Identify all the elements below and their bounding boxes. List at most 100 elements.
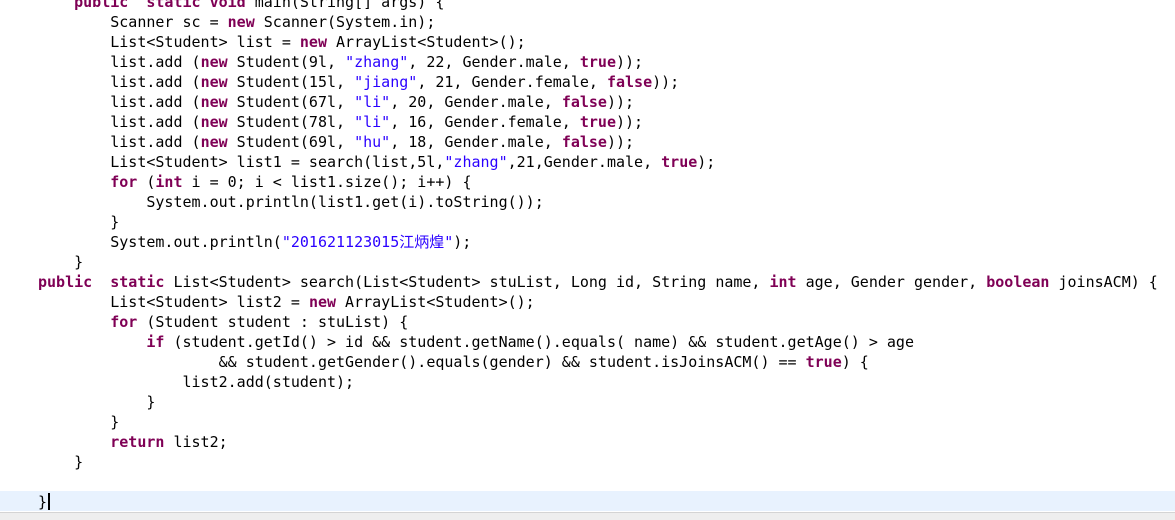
code-text: , 18, Gender.male, <box>390 133 562 151</box>
code-line[interactable]: } <box>38 252 83 272</box>
code-keyword: new <box>299 33 327 51</box>
code-keyword: if <box>146 333 165 351</box>
code-text: list.add ( <box>38 93 201 111</box>
code-keyword: public <box>74 0 129 11</box>
code-keyword: new <box>200 113 228 131</box>
code-keyword: new <box>227 13 255 31</box>
code-line[interactable]: } <box>38 412 119 432</box>
code-line[interactable]: list.add (new Student(15l, "jiang", 21, … <box>38 72 679 92</box>
code-text: list.add ( <box>38 113 201 131</box>
current-line-highlight <box>0 491 1175 511</box>
code-text: list2.add(student); <box>38 373 355 391</box>
horizontal-scrollbar[interactable] <box>0 512 1175 520</box>
code-text: && student.getGender().equals(gender) &&… <box>38 353 806 371</box>
code-text: joinsACM) { <box>1049 273 1158 291</box>
code-text: (Student student : stuList) { <box>137 313 409 331</box>
code-string: "hu" <box>354 133 391 151</box>
code-keyword: static <box>146 0 201 11</box>
code-line[interactable]: && student.getGender().equals(gender) &&… <box>38 352 869 372</box>
code-line[interactable]: List<Student> list = new ArrayList<Stude… <box>38 32 525 52</box>
code-keyword: for <box>110 313 138 331</box>
code-string: "zhang" <box>444 153 508 171</box>
code-line[interactable]: } <box>38 452 83 472</box>
code-line[interactable]: } <box>38 492 51 512</box>
code-text: } <box>38 493 48 511</box>
code-text: , 22, Gender.male, <box>408 53 580 71</box>
code-text: ,21,Gender.male, <box>507 153 662 171</box>
code-text: ) { <box>841 353 869 371</box>
code-text: List<Student> list2 = <box>38 293 309 311</box>
code-keyword: false <box>561 93 607 111</box>
code-line[interactable]: for (int i = 0; i < list1.size(); i++) { <box>38 172 471 192</box>
code-text: Student(69l, <box>227 133 355 151</box>
code-text: } <box>38 413 120 431</box>
code-text: i = 0; i < list1.size(); i++) { <box>182 173 472 191</box>
code-keyword: new <box>200 93 228 111</box>
code-text: main(String[] args) { <box>245 0 445 11</box>
code-keyword: static <box>110 273 165 291</box>
code-line[interactable]: } <box>38 212 119 232</box>
code-keyword: void <box>209 0 246 11</box>
code-line[interactable]: if (student.getId() > id && student.getN… <box>38 332 914 352</box>
code-text: )); <box>606 133 635 151</box>
code-line[interactable]: List<Student> list2 = new ArrayList<Stud… <box>38 292 534 312</box>
code-keyword: true <box>579 53 616 71</box>
code-text: } <box>38 393 156 411</box>
code-keyword: for <box>110 173 138 191</box>
code-text: ( <box>137 173 156 191</box>
code-string: "zhang" <box>345 53 409 71</box>
code-editor[interactable]: public static void main(String[] args) {… <box>0 0 1175 512</box>
code-keyword: false <box>561 133 607 151</box>
code-text: System.out.println( <box>38 233 282 251</box>
code-text: } <box>38 213 120 231</box>
code-text: )); <box>616 53 644 71</box>
code-line[interactable]: List<Student> list1 = search(list,5l,"zh… <box>38 152 715 172</box>
code-text: age, Gender gender, <box>796 273 987 291</box>
code-line[interactable]: list.add (new Student(78l, "li", 16, Gen… <box>38 112 643 132</box>
code-string: "jiang" <box>354 73 418 91</box>
code-line[interactable]: return list2; <box>38 432 227 452</box>
code-keyword: false <box>606 73 653 91</box>
code-keyword: public <box>38 273 93 291</box>
code-line[interactable]: } <box>38 392 155 412</box>
code-keyword: new <box>200 53 228 71</box>
code-line[interactable]: list2.add(student); <box>38 372 354 392</box>
code-line[interactable]: list.add (new Student(67l, "li", 20, Gen… <box>38 92 634 112</box>
code-text: list.add ( <box>38 133 201 151</box>
code-text: ); <box>697 153 716 171</box>
code-text: )); <box>616 113 644 131</box>
code-text: System.out.println(list1.get(i).toString… <box>38 193 544 211</box>
code-keyword: true <box>805 353 842 371</box>
code-text: Student(9l, <box>227 53 346 71</box>
code-keyword: new <box>200 133 228 151</box>
code-string: "li" <box>354 93 391 111</box>
code-line[interactable]: Scanner sc = new Scanner(System.in); <box>38 12 435 32</box>
code-text: , 16, Gender.female, <box>390 113 580 131</box>
code-string: "201621123015江炳煌" <box>281 233 454 251</box>
code-keyword: int <box>769 273 797 291</box>
code-text: (student.getId() > id && student.getName… <box>164 333 914 351</box>
code-line[interactable]: System.out.println("201621123015江炳煌"); <box>38 232 471 252</box>
code-line[interactable]: list.add (new Student(9l, "zhang", 22, G… <box>38 52 643 72</box>
code-text: , 21, Gender.female, <box>417 73 607 91</box>
code-line[interactable]: public static void main(String[] args) { <box>38 0 444 12</box>
code-line[interactable]: for (Student student : stuList) { <box>38 312 408 332</box>
code-keyword: return <box>110 433 165 451</box>
code-line[interactable]: public static List<Student> search(List<… <box>38 272 1158 292</box>
code-keyword: int <box>155 173 183 191</box>
code-keyword: true <box>661 153 698 171</box>
code-text: Student(78l, <box>227 113 355 131</box>
code-line[interactable]: System.out.println(list1.get(i).toString… <box>38 192 544 212</box>
code-text: Student(15l, <box>227 73 355 91</box>
code-text: Scanner sc = <box>38 13 228 31</box>
code-text: )); <box>652 73 680 91</box>
code-text: Student(67l, <box>227 93 355 111</box>
code-line[interactable]: list.add (new Student(69l, "hu", 18, Gen… <box>38 132 634 152</box>
code-text: ); <box>453 233 472 251</box>
